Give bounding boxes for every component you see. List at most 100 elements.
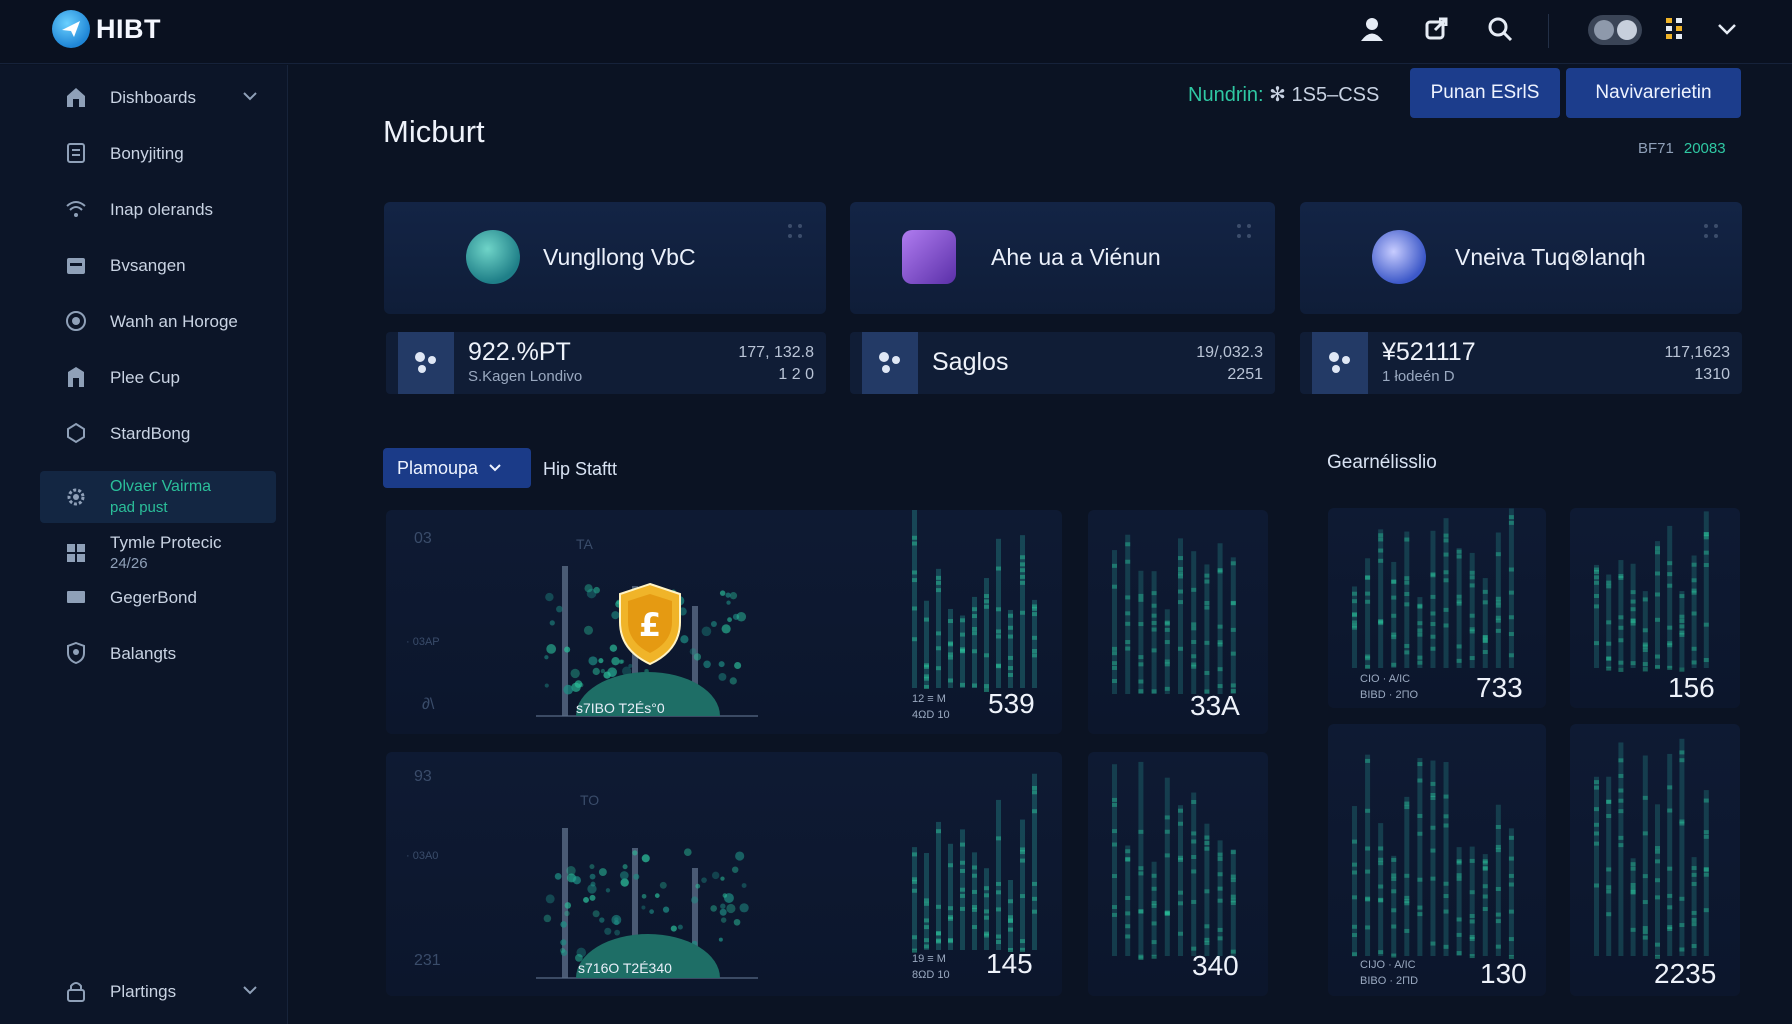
decor-mark: [960, 632, 965, 637]
chevron-down-icon[interactable]: [1712, 14, 1742, 44]
sidebar-item-label: Inap olerands: [110, 199, 214, 219]
decor-mark: [1430, 781, 1436, 786]
decor-mark: [996, 890, 1001, 895]
decor-mark: [1230, 627, 1236, 632]
decor-mark: [996, 629, 1001, 634]
decor-mark: [1378, 857, 1384, 862]
primary-button[interactable]: Punan ESrlS: [1410, 68, 1560, 118]
decor-mark: [1443, 570, 1449, 575]
status-label: Nundrin:: [1188, 84, 1264, 106]
decor-mark: [611, 914, 622, 925]
brand-logo-icon: [52, 10, 90, 48]
profile-card[interactable]: Vungllong VbC: [384, 202, 826, 314]
decor-mark: [1008, 666, 1013, 671]
profile-card[interactable]: Vneiva Tuq⊗lanqh: [1300, 202, 1742, 314]
secondary-button[interactable]: Navivarerietin: [1566, 68, 1741, 118]
sidebar-item-wanh-an-horoge[interactable]: Wanh an Horoge: [40, 299, 276, 343]
sidebar-item-plee-cup[interactable]: Plee Cup: [40, 355, 276, 399]
stat-metric-bottom: 1310: [1694, 366, 1730, 383]
decor-mark: [936, 821, 941, 950]
decor-mark: [1508, 828, 1514, 956]
decor-mark: [1469, 934, 1475, 939]
decor-mark: [1138, 597, 1144, 602]
decor-mark: [1365, 758, 1371, 763]
drag-handle-icon[interactable]: [786, 222, 804, 240]
decor-mark: [972, 607, 977, 612]
decor-mark: [1642, 831, 1648, 836]
decor-mark: [1020, 574, 1025, 579]
theme-toggle[interactable]: [1588, 15, 1642, 45]
sidebar-item-olvaer-vairma[interactable]: Olvaer Vairma pad pust: [40, 471, 276, 523]
decor-mark: [1404, 592, 1410, 597]
decor-mark: [583, 897, 589, 903]
decor-mark: [1495, 848, 1501, 853]
decor-mark: [1482, 639, 1488, 644]
axis-label-bottom: ∂\: [422, 696, 435, 713]
decor-mark: [718, 937, 723, 942]
decor-mark: [633, 873, 640, 880]
decor-mark: [1191, 799, 1197, 804]
share-icon[interactable]: [1421, 14, 1451, 44]
decor-mark: [720, 917, 727, 923]
sidebar-item-dashboards[interactable]: Dishboards: [40, 75, 276, 119]
sidebar-item-stardbong[interactable]: StardBong: [40, 411, 276, 455]
decor-mark: [1032, 773, 1037, 950]
decor-mark: [1378, 548, 1384, 553]
decor-mark: [722, 893, 728, 898]
decor-mark: [649, 909, 654, 914]
decor-mark: [924, 898, 929, 903]
decor-mark: [1667, 572, 1673, 577]
search-icon[interactable]: [1485, 14, 1515, 44]
decor-mark: [996, 566, 1001, 571]
decor-mark: [1138, 679, 1144, 684]
sidebar-item-bonyjiting[interactable]: Bonyjiting: [40, 131, 276, 175]
decor-mark: [1178, 556, 1183, 561]
decor-mark: [1352, 924, 1357, 929]
sidebar-item-gegerbond[interactable]: GegerBond: [40, 575, 276, 619]
chevron-down-icon[interactable]: [242, 89, 258, 107]
right-chart-panel: CIJO · A/IC BIBO · 2ΠD 130: [1328, 724, 1546, 996]
decor-mark: [1655, 654, 1660, 659]
decor-mark: [1642, 929, 1648, 934]
decor-mark: [1404, 873, 1410, 878]
sidebar-item-tymle-protecic[interactable]: Tymle Protecic 24/26: [40, 525, 276, 581]
decor-mark: [1217, 543, 1223, 694]
profile-card[interactable]: Ahe ua a Viénun: [850, 202, 1275, 314]
decor-mark: [1151, 921, 1157, 926]
decor-mark: [622, 864, 628, 870]
sidebar-item-bvsangen[interactable]: Bvsangen: [40, 243, 276, 287]
avatar: [902, 230, 956, 284]
decor-mark: [1469, 552, 1475, 668]
sidebar-item-label: Balangts: [110, 643, 177, 663]
decor-mark: [1020, 850, 1025, 855]
decor-mark: [1391, 873, 1397, 878]
user-icon[interactable]: [1357, 14, 1387, 44]
brand[interactable]: HIBT: [52, 10, 161, 48]
filter-label[interactable]: Hip Staftt: [543, 459, 617, 480]
decor-mark: [1703, 563, 1709, 568]
sidebar-item-plartings[interactable]: Plartings: [40, 969, 276, 1013]
decor-mark: [1594, 807, 1599, 812]
category-select[interactable]: Plamoupa: [383, 448, 531, 488]
grid-icon[interactable]: [1660, 14, 1690, 44]
decor-mark: [984, 653, 989, 658]
chevron-down-icon[interactable]: [242, 983, 258, 1001]
decor-mark: [1191, 855, 1197, 860]
sidebar-item-sub: pad pust: [110, 499, 168, 516]
drag-handle-icon[interactable]: [1702, 222, 1720, 240]
decor-mark: [1365, 558, 1371, 668]
decor-mark: [604, 927, 612, 935]
drag-handle-icon[interactable]: [1235, 222, 1253, 240]
decor-mark: [1008, 915, 1013, 920]
sidebar-item-balangts[interactable]: Balangts: [40, 631, 276, 675]
decor-mark: [1352, 862, 1357, 867]
decor-mark: [1125, 934, 1131, 939]
decor-mark: [710, 621, 717, 628]
decor-mark: [1008, 655, 1013, 660]
decor-mark: [731, 866, 739, 873]
decor-mark: [1655, 541, 1660, 668]
decor-mark: [1391, 579, 1397, 584]
decor-mark: [1378, 537, 1384, 542]
sidebar-item-inap-olerands[interactable]: Inap olerands: [40, 187, 276, 231]
decor-mark: [1404, 576, 1410, 581]
